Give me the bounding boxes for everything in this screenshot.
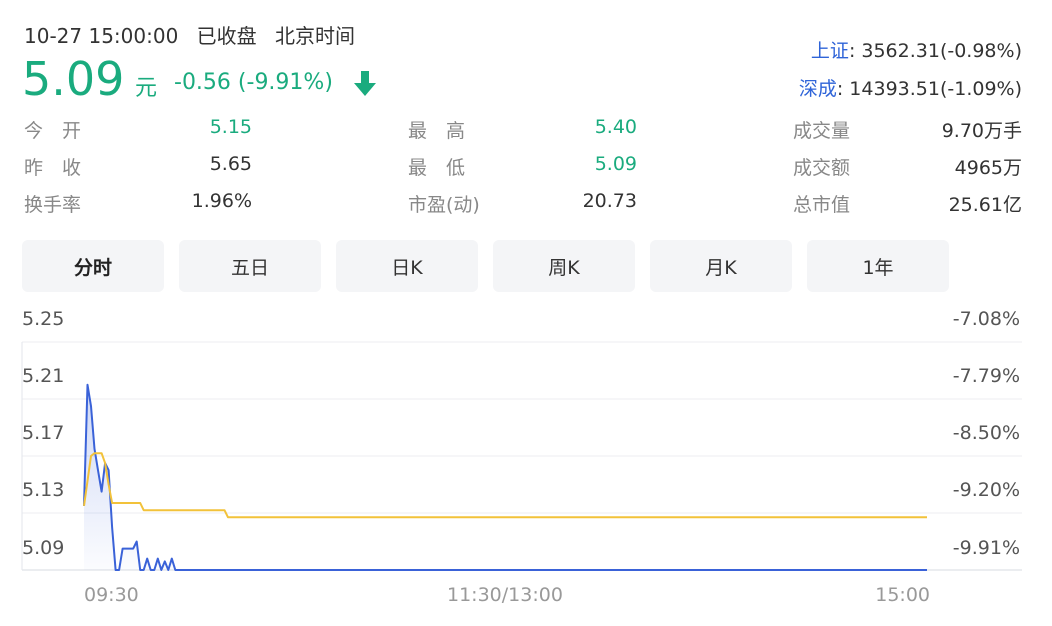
y-tick-left: 5.21 — [22, 365, 65, 387]
price-line — [83, 383, 927, 571]
x-tick: 09:30 — [84, 584, 139, 606]
y-tick-left: 5.17 — [22, 422, 65, 444]
y-tick-left: 5.09 — [22, 537, 65, 559]
y-tick-right: -9.91% — [952, 537, 1020, 559]
y-tick-right: -8.50% — [952, 422, 1020, 444]
average-price-line — [83, 452, 927, 519]
y-tick-right: -7.08% — [952, 308, 1020, 330]
x-tick: 11:30/13:00 — [447, 584, 563, 606]
y-tick-left: 5.25 — [22, 308, 65, 330]
intraday-chart — [21, 341, 1022, 571]
x-tick: 15:00 — [875, 584, 930, 606]
y-tick-left: 5.13 — [22, 479, 65, 501]
y-tick-right: -7.79% — [952, 365, 1020, 387]
price-area-fill — [84, 384, 927, 570]
y-tick-right: -9.20% — [952, 479, 1020, 501]
